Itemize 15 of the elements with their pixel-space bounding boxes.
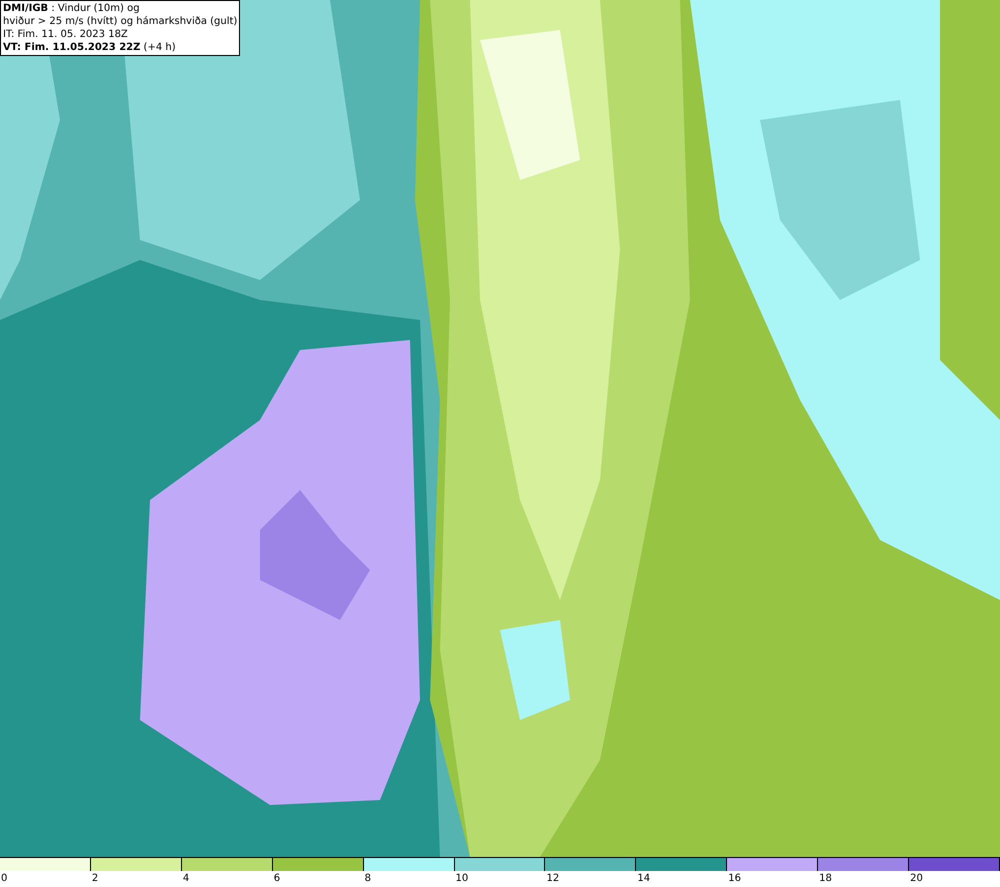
legend-label: 14	[636, 872, 650, 886]
legend-label: 8	[364, 872, 371, 886]
legend-label: 4	[182, 872, 190, 886]
legend-label: 20	[909, 872, 923, 886]
title-line: IT: Fim. 11. 05. 2023 18Z	[3, 28, 129, 41]
title-line: VT: Fim. 11.05.2023 22Z (+4 h)	[3, 41, 177, 54]
legend-label: 0	[0, 872, 8, 886]
legend-label: 16	[727, 872, 741, 886]
title-line: hviður > 25 m/s (hvítt) og hámarkshviða (gult)	[3, 15, 238, 28]
legend-label: 18	[818, 872, 832, 886]
title-line: DMI/IGB : Vindur (10m) og	[3, 2, 141, 15]
legend-label: 10	[454, 872, 468, 886]
legend-label: 2	[90, 872, 98, 886]
legend-label: 12	[545, 872, 560, 886]
legend-label: 6	[272, 872, 280, 886]
